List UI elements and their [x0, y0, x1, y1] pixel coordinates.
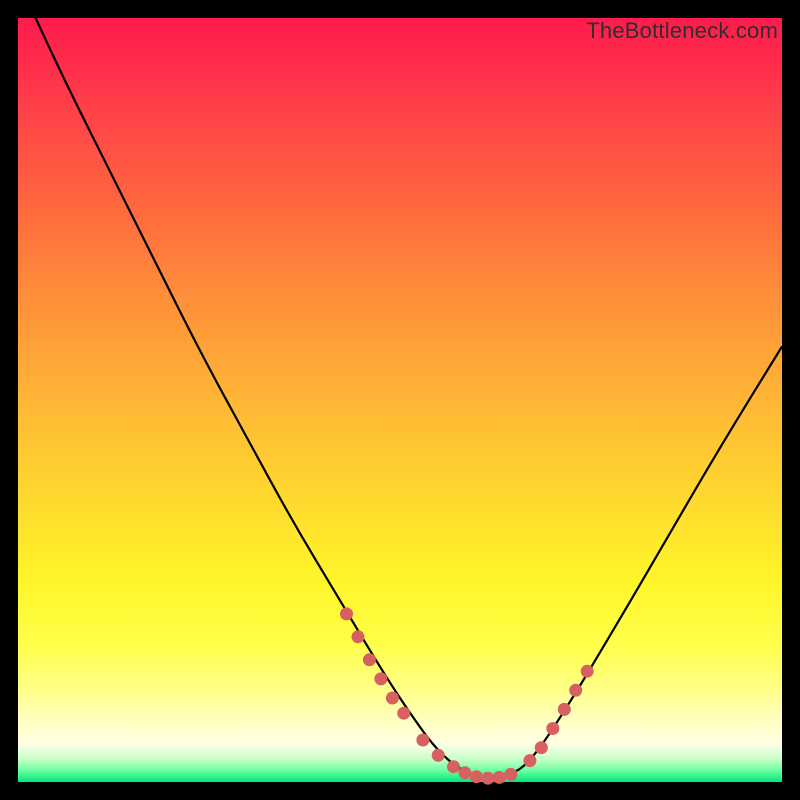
highlight-dot: [558, 703, 571, 716]
highlight-dot: [546, 722, 559, 735]
highlight-dot: [470, 770, 483, 783]
highlight-dot: [416, 734, 429, 747]
highlight-dot: [397, 707, 410, 720]
highlight-dot: [374, 672, 387, 685]
highlight-dot: [363, 653, 376, 666]
bottleneck-curve-line: [18, 0, 782, 778]
highlight-dot: [386, 692, 399, 705]
highlight-dot: [447, 760, 460, 773]
highlight-dot: [432, 749, 445, 762]
chart-frame: TheBottleneck.com: [0, 0, 800, 800]
highlight-dots-group: [340, 607, 594, 784]
highlight-dot: [581, 665, 594, 678]
highlight-dot: [481, 772, 494, 785]
chart-svg: [18, 18, 782, 782]
chart-plot-area: TheBottleneck.com: [18, 18, 782, 782]
highlight-dot: [523, 754, 536, 767]
highlight-dot: [504, 768, 517, 781]
highlight-dot: [535, 741, 548, 754]
highlight-dot: [569, 684, 582, 697]
highlight-dot: [493, 771, 506, 784]
highlight-dot: [352, 630, 365, 643]
highlight-dot: [458, 766, 471, 779]
highlight-dot: [340, 607, 353, 620]
